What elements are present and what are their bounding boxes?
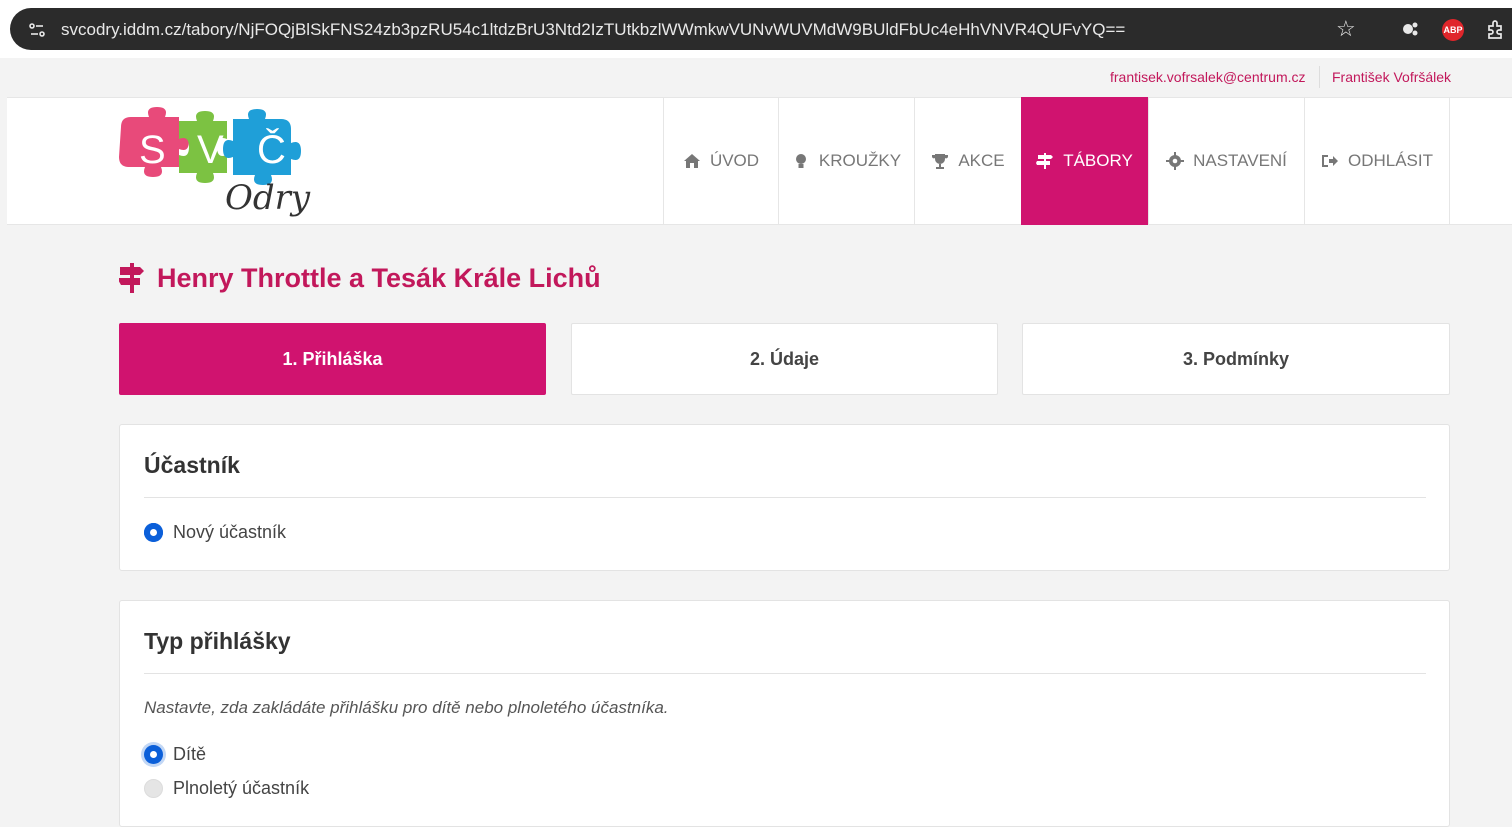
radio-selected-icon[interactable] [144, 523, 163, 542]
user-separator [1319, 66, 1320, 88]
nav-uvod[interactable]: ÚVOD [663, 97, 778, 225]
nav-nastaveni[interactable]: NASTAVENÍ [1148, 97, 1304, 225]
user-email-link[interactable]: frantisek.vofrsalek@centrum.cz [1110, 69, 1306, 85]
nav-akce[interactable]: AKCE [914, 97, 1021, 225]
participant-card-title: Účastník [144, 452, 240, 478]
nav-label: AKCE [958, 151, 1005, 170]
radio-label: Plnoletý účastník [173, 778, 310, 798]
type-card-title: Typ přihlášky [144, 628, 291, 654]
logo-letter-v: V [197, 128, 224, 172]
sign-out-icon [1321, 155, 1338, 167]
radio-adult[interactable]: Plnoletý účastník [144, 778, 309, 799]
card-divider [144, 673, 1426, 674]
nav-krouzky[interactable]: KROUŽKY [778, 97, 914, 225]
url-text[interactable]: svcodry.iddm.cz/tabory/NjFOQjBlSkFNS24zb… [61, 18, 1125, 42]
radio-label: Dítě [173, 744, 207, 764]
nav-label: TÁBORY [1063, 151, 1133, 170]
adblock-plus-icon[interactable]: ABP [1442, 19, 1464, 41]
bookmark-star-icon[interactable]: ☆ [1336, 16, 1356, 42]
trophy-icon [932, 154, 949, 169]
nav-end-divider [1449, 97, 1450, 225]
step-prihlaska[interactable]: 1. Přihláška [119, 323, 546, 395]
signpost-icon [119, 263, 144, 293]
radio-unselected-icon[interactable] [144, 779, 163, 798]
nav-odhlasit[interactable]: ODHLÁSIT [1304, 97, 1449, 225]
logo-letter-c: Č [257, 127, 286, 172]
site-info-icon[interactable] [26, 19, 48, 41]
radio-child[interactable]: Dítě [144, 744, 206, 765]
lightbulb-icon [795, 154, 806, 168]
home-icon [683, 154, 700, 168]
logo-letter-s: S [139, 128, 166, 172]
nav-label: ÚVOD [709, 151, 760, 170]
gear-icon [1166, 152, 1185, 170]
radio-new-participant[interactable]: Nový účastník [144, 522, 286, 543]
nav-tabory[interactable]: TÁBORY [1021, 97, 1148, 225]
extension-icon[interactable] [1400, 19, 1420, 39]
extensions-puzzle-icon[interactable] [1484, 18, 1508, 42]
logo-script-odry: Odry [225, 178, 311, 217]
radio-label: Nový účastník [173, 522, 287, 542]
card-divider [144, 497, 1426, 498]
nav-label: ODHLÁSIT [1347, 151, 1434, 170]
step-podminky[interactable]: 3. Podmínky [1022, 323, 1450, 395]
user-name-link[interactable]: František Vofršálek [1332, 69, 1451, 85]
signpost-icon [1036, 153, 1054, 169]
nav-label: NASTAVENÍ [1193, 151, 1287, 170]
participant-card: Účastník Nový účastník [119, 424, 1450, 571]
browser-toolbar: svcodry.iddm.cz/tabory/NjFOQjBlSkFNS24zb… [0, 0, 1512, 58]
radio-selected-icon[interactable] [144, 745, 163, 764]
svc-odry-logo[interactable]: S V Č Odry [117, 105, 322, 217]
page-title-text: Henry Throttle a Tesák Krále Lichů [157, 262, 601, 293]
type-card-hint: Nastavte, zda zakládáte přihlášku pro dí… [144, 698, 669, 717]
nav-label: KROUŽKY [818, 151, 902, 170]
application-type-card: Typ přihlášky Nastavte, zda zakládáte př… [119, 600, 1450, 827]
step-udaje[interactable]: 2. Údaje [571, 323, 998, 395]
page-title: Henry Throttle a Tesák Krále Lichů [119, 258, 601, 298]
